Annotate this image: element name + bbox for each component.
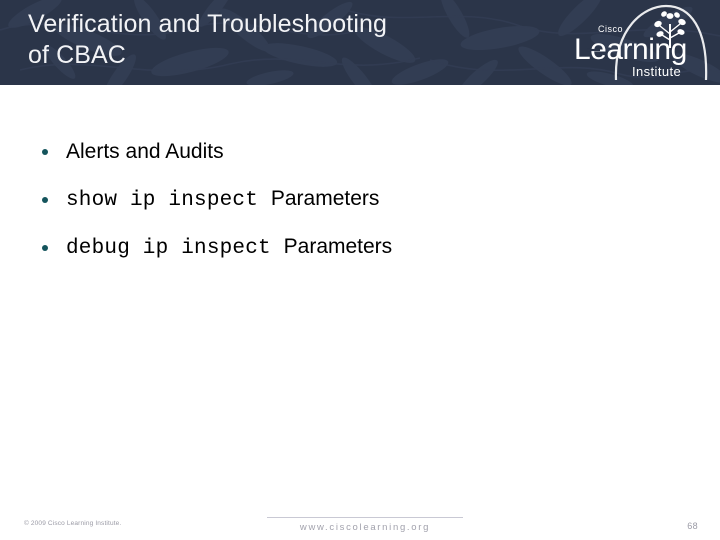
slide-header: Verification and Troubleshooting of CBAC…	[0, 0, 720, 85]
page-title: Verification and Troubleshooting of CBAC	[28, 10, 387, 69]
bullet-dot-icon	[42, 197, 48, 203]
bullet-list: Alerts and Audits show ip inspect Parame…	[0, 128, 720, 272]
list-item-segment: Alerts and Audits	[66, 140, 224, 163]
cisco-learning-institute-logo: Cisco Learning Institute	[574, 4, 708, 81]
list-item-segment: Parameters	[270, 187, 380, 210]
slide-footer: © 2009 Cisco Learning Institute. www.cis…	[0, 504, 720, 540]
list-item: show ip inspect Parameters	[0, 176, 720, 224]
bullet-dot-icon	[42, 245, 48, 251]
list-item-text-1: show ip inspect Parameters	[66, 187, 379, 213]
list-item-segment: Parameters	[283, 235, 393, 258]
list-item-command: debug ip inspect	[66, 237, 284, 260]
list-item: debug ip inspect Parameters	[0, 224, 720, 272]
list-item-text-0: Alerts and Audits	[66, 140, 224, 164]
copyright-text: © 2009 Cisco Learning Institute.	[24, 520, 122, 527]
slide: Verification and Troubleshooting of CBAC…	[0, 0, 720, 540]
list-item: Alerts and Audits	[0, 128, 720, 176]
logo-brand-sub: Institute	[632, 64, 681, 79]
bullet-dot-icon	[42, 149, 48, 155]
list-item-text-2: debug ip inspect Parameters	[66, 235, 392, 261]
list-item-command: show ip inspect	[66, 189, 271, 212]
footer-divider	[267, 517, 463, 518]
website-url: www.ciscolearning.org	[299, 522, 431, 533]
page-number: 68	[687, 521, 698, 531]
